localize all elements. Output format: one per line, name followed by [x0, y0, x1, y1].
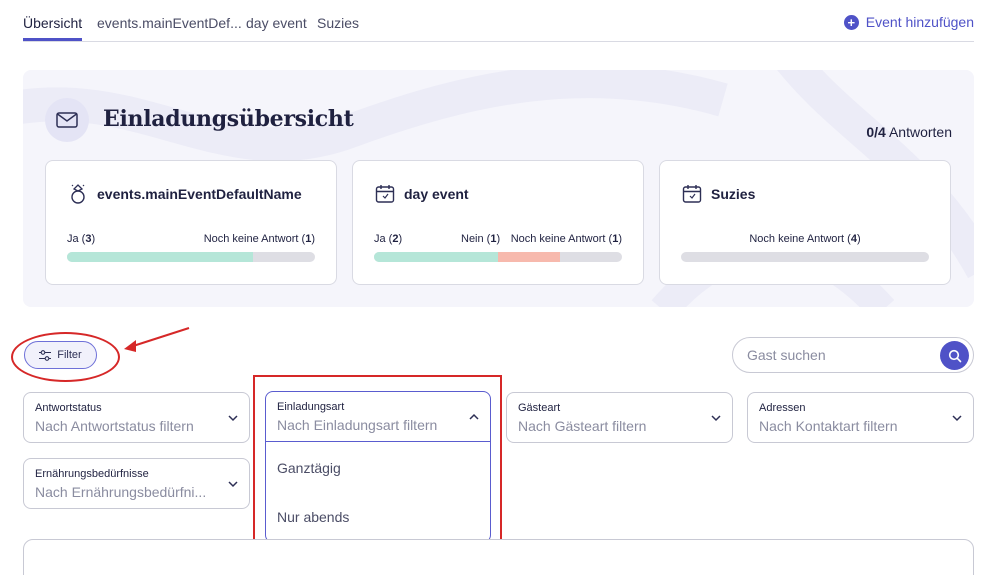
stat-count: 1	[612, 233, 619, 245]
envelope-icon	[56, 112, 78, 128]
chevron-down-icon	[228, 415, 238, 422]
calendar-icon	[682, 185, 702, 203]
stat-count: 2	[392, 233, 399, 245]
invitation-overview-panel: Einladungsübersicht 0/4 Antworten events…	[23, 70, 974, 307]
guest-search-input[interactable]	[747, 347, 927, 363]
stat-label: Ja	[374, 233, 386, 245]
tab-main-event[interactable]: events.mainEventDef...	[97, 15, 242, 31]
stat-count: 3	[85, 233, 92, 245]
calendar-icon	[375, 185, 395, 203]
select-label: Adressen	[759, 402, 806, 414]
bar-segment-yes	[374, 252, 498, 262]
event-card-suzies[interactable]: Suzies Noch keine Antwort (4)	[659, 160, 951, 285]
response-progress-bar	[681, 252, 929, 262]
annotation-rectangle	[253, 375, 502, 551]
filter-addresses[interactable]: Adressen Nach Kontaktart filtern	[747, 392, 974, 443]
responses-summary: 0/4 Antworten	[866, 124, 952, 140]
stat-count: 4	[850, 233, 857, 245]
event-name: day event	[404, 186, 469, 202]
stat-label: Ja	[67, 233, 79, 245]
filter-button[interactable]: Filter	[24, 341, 97, 369]
stat-yes: Ja (2)	[374, 233, 403, 245]
add-event-button[interactable]: + Event hinzufügen	[843, 14, 974, 30]
event-card-day-event[interactable]: day event Ja (2) Nein (1) Noch keine Ant…	[352, 160, 644, 285]
select-label: Gästeart	[518, 402, 561, 414]
stat-count: 1	[490, 233, 497, 245]
stat-label: Noch keine Antwort	[749, 233, 845, 245]
ring-icon	[71, 184, 85, 204]
stat-no-answer: Noch keine Antwort (1)	[510, 233, 622, 245]
stat-label: Noch keine Antwort	[203, 233, 299, 245]
chevron-down-icon	[952, 415, 962, 422]
guest-list-panel	[23, 539, 974, 575]
chevron-down-icon	[711, 415, 721, 422]
search-icon	[948, 349, 961, 362]
stat-count: 1	[305, 233, 312, 245]
bar-segment-yes	[67, 252, 253, 262]
filter-response-status[interactable]: Antwortstatus Nach Antwortstatus filtern	[23, 392, 250, 443]
stat-label: Nein	[461, 233, 484, 245]
filter-guest-type[interactable]: Gästeart Nach Gästeart filtern	[506, 392, 733, 443]
tab-bar: Übersicht events.mainEventDef... day eve…	[23, 0, 974, 42]
select-placeholder: Nach Antwortstatus filtern	[35, 418, 194, 434]
event-name: events.mainEventDefaultName	[97, 186, 302, 202]
response-progress-bar	[374, 252, 622, 262]
tab-overview[interactable]: Übersicht	[23, 15, 82, 31]
search-button[interactable]	[940, 341, 969, 370]
sliders-icon	[39, 349, 52, 361]
filter-dietary-needs[interactable]: Ernährungsbedürfnisse Nach Ernährungsbed…	[23, 458, 250, 509]
select-label: Antwortstatus	[35, 402, 102, 414]
stat-no-answer: Noch keine Antwort (4)	[749, 233, 861, 245]
event-name: Suzies	[711, 186, 756, 202]
select-placeholder: Nach Gästeart filtern	[518, 418, 647, 434]
responses-label: Antworten	[888, 124, 952, 140]
active-tab-indicator	[23, 38, 82, 41]
bar-segment-no	[498, 252, 560, 262]
response-progress-bar	[67, 252, 315, 262]
tab-suzies[interactable]: Suzies	[317, 15, 359, 31]
plus-circle-icon: +	[843, 14, 859, 30]
stat-label: Noch keine Antwort	[510, 233, 606, 245]
envelope-badge	[45, 98, 89, 142]
responses-count: 0/4	[866, 124, 886, 140]
event-card-main[interactable]: events.mainEventDefaultName Ja (3) Noch …	[45, 160, 337, 285]
add-event-label: Event hinzufügen	[865, 14, 974, 30]
chevron-down-icon	[228, 481, 238, 488]
stat-no-answer: Noch keine Antwort (1)	[203, 233, 315, 245]
stat-yes: Ja (3)	[67, 233, 96, 245]
select-placeholder: Nach Kontaktart filtern	[759, 418, 898, 434]
select-placeholder: Nach Ernährungsbedürfni...	[35, 484, 207, 500]
tab-day-event[interactable]: day event	[246, 15, 307, 31]
select-label: Ernährungsbedürfnisse	[35, 468, 149, 480]
guest-search[interactable]	[732, 337, 974, 373]
stat-no: Nein (1)	[461, 233, 501, 245]
filter-button-label: Filter	[57, 349, 82, 361]
overview-title: Einladungsübersicht	[103, 106, 354, 132]
